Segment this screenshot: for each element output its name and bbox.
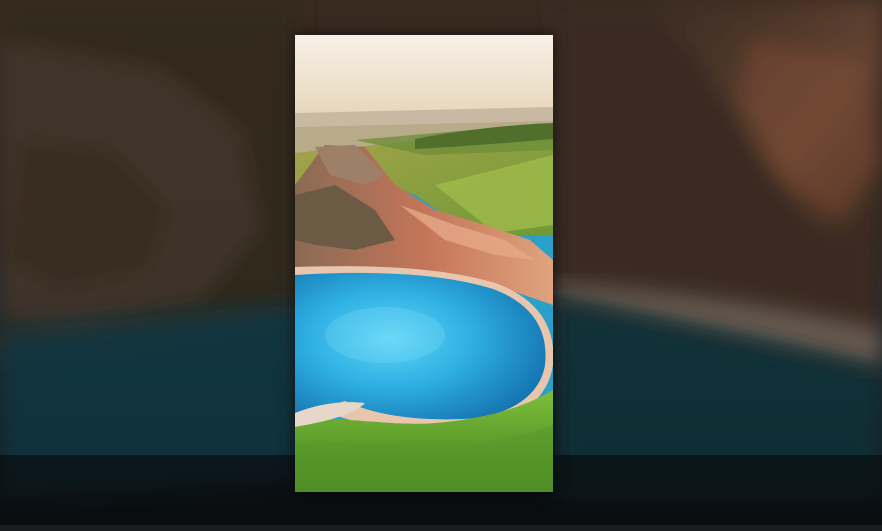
photo-frame <box>295 35 553 492</box>
cove-photo <box>295 35 553 492</box>
image-viewer <box>0 0 882 531</box>
bottom-edge-bar <box>0 525 882 531</box>
